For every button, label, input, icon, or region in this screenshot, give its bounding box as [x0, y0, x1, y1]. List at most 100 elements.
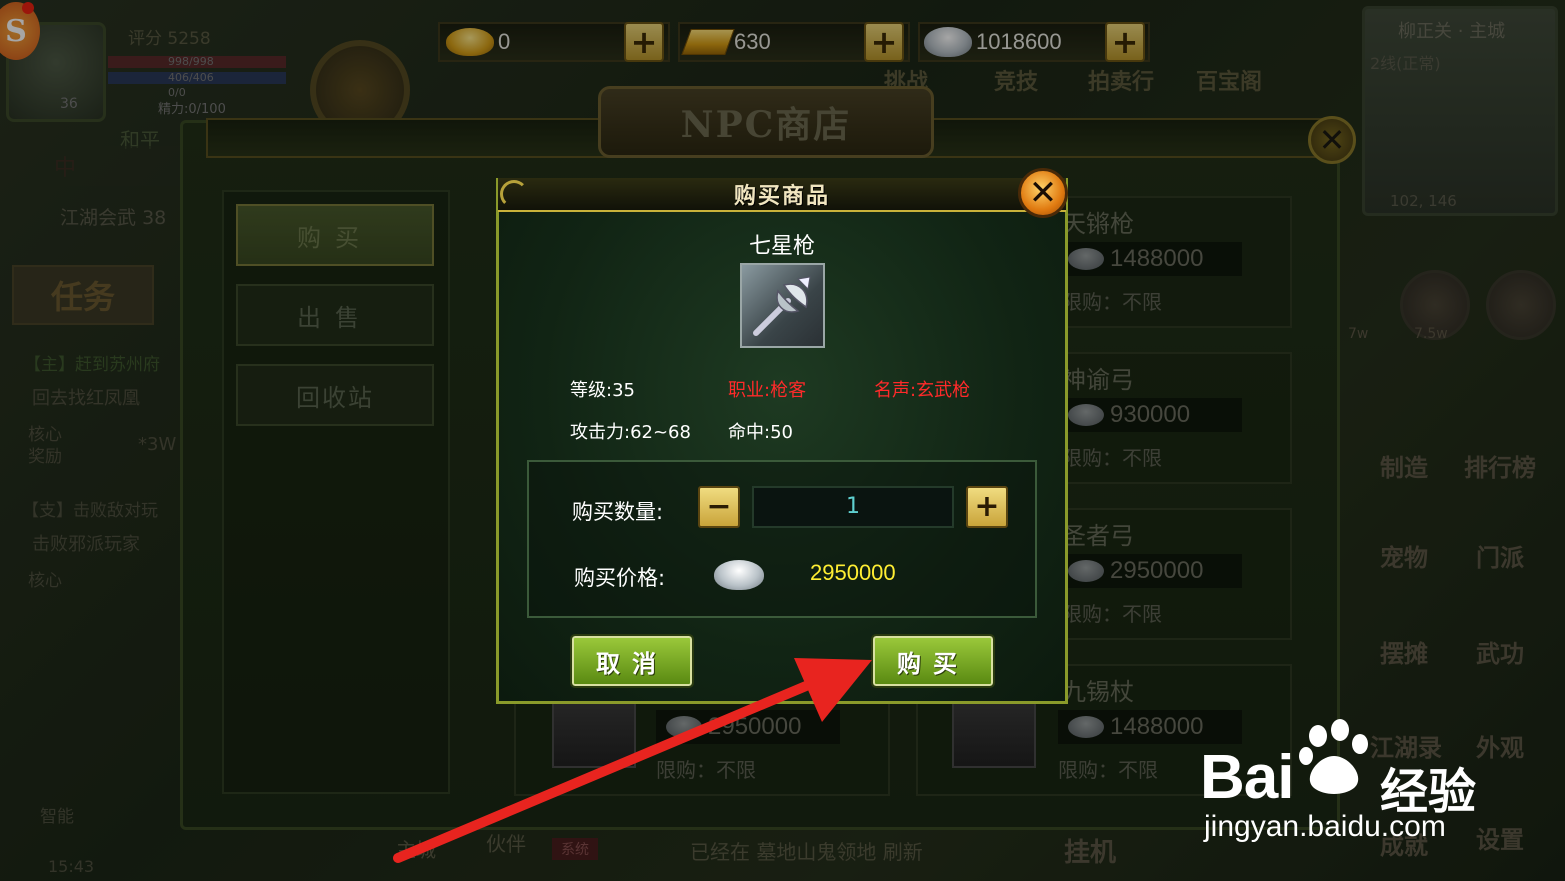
watermark-url: jingyan.baidu.com [1204, 810, 1446, 843]
jianghu-event[interactable]: 江湖会武 38 [60, 203, 166, 230]
shop-item-price: 2950000 [1110, 557, 1204, 584]
silver-icon [1068, 716, 1104, 738]
ingot-amount: 0 [498, 29, 511, 54]
cancel-button[interactable]: 取消 [570, 634, 694, 688]
menu-arena[interactable]: 竞技 [994, 64, 1038, 96]
shop-item-price: 1488000 [1110, 713, 1204, 740]
hud-potion-label: 7w [1348, 326, 1369, 342]
player-level: 36 [60, 96, 78, 112]
partner-button[interactable]: 伙伴 [486, 828, 526, 857]
spear-icon [740, 263, 825, 348]
shop-item-price-box: 1488000 [1058, 242, 1242, 276]
silver-ingot-icon [714, 560, 764, 590]
shop-item-limit: 限购：不限 [1058, 758, 1158, 782]
baidu-logo-text: Bai [1200, 743, 1294, 812]
energy-text: 精力:0/100 [158, 102, 226, 117]
side-quest-desc[interactable]: 击败邪派玩家 [32, 530, 140, 556]
shop-item-name: 天锵枪 [1062, 210, 1134, 238]
shop-item-name: 神谕弓 [1062, 366, 1134, 394]
shop-item-limit: 限购：不限 [1062, 446, 1162, 470]
decrease-quantity-button[interactable]: − [698, 486, 740, 528]
stall-button[interactable]: 摆摊 [1380, 634, 1428, 669]
add-ingot-button[interactable]: + [624, 22, 664, 62]
quantity-input[interactable]: 1 [752, 486, 954, 528]
shop-close-icon[interactable]: ✕ [1308, 116, 1356, 164]
add-gold-button[interactable]: + [864, 22, 904, 62]
shop-item-price-box: 2950000 [656, 710, 840, 744]
jianghu-event-label: 江湖会武 [60, 207, 137, 229]
minimap-server-line[interactable]: 2线(正常) [1370, 50, 1441, 74]
purchase-dialog-title: 购买商品 [733, 184, 830, 209]
item-attack: 攻击力:62~68 [570, 422, 691, 443]
left-status-row [10, 146, 180, 186]
core-reward-label: 核心奖励 [28, 425, 62, 467]
shop-item-name: 九锡杖 [1062, 678, 1134, 706]
menu-treasure[interactable]: 百宝阁 [1196, 64, 1262, 96]
silver-icon [666, 716, 702, 738]
ornament-curl-icon [500, 180, 528, 208]
ranking-button[interactable]: 排行榜 [1464, 448, 1536, 483]
hp-text: 998/998 [168, 55, 214, 68]
tab-sell[interactable]: 出售 [236, 284, 434, 346]
shop-item-limit: 限购：不限 [1062, 290, 1162, 314]
score-text: 评分 5258 [128, 29, 211, 49]
shop-item-price-box: 1488000 [1058, 710, 1242, 744]
pet-button[interactable]: 宠物 [1380, 538, 1428, 573]
silver-amount: 1018600 [976, 29, 1062, 54]
tab-buy[interactable]: 购买 [236, 204, 434, 266]
silver-icon [1068, 404, 1104, 426]
martial-arts-button[interactable]: 武功 [1476, 634, 1524, 669]
side-quest-title[interactable]: 【支】击败敌对玩 [22, 496, 158, 521]
staff-item-icon [952, 700, 1036, 768]
item-fame: 名声:玄武枪 [874, 380, 971, 401]
diamond-menu-icon[interactable] [1486, 270, 1556, 340]
idle-button[interactable]: 挂机 [1064, 832, 1116, 869]
shop-title: NPC商店 [598, 86, 934, 158]
jianghu-event-count: 38 [142, 207, 167, 229]
tab-recycle[interactable]: 回收站 [236, 364, 434, 426]
shop-item-price-box: 2950000 [1058, 554, 1242, 588]
gold-bar-icon [681, 29, 735, 55]
notification-dot [22, 2, 34, 14]
main-quest-title[interactable]: 【主】赶到苏州府 [24, 350, 160, 375]
settings-button[interactable]: 设置 [1476, 820, 1524, 855]
item-name: 七星枪 [748, 234, 815, 259]
chat-message: 已经在 墓地山鬼领地 刷新 [690, 840, 923, 864]
price-label: 购买价格: [574, 566, 666, 590]
shop-item-price-box: 930000 [1058, 398, 1242, 432]
dialog-close-icon[interactable]: ✕ [1018, 168, 1068, 218]
minimap-coordinates: 102, 146 [1390, 192, 1457, 210]
task-tab[interactable]: 任务 [12, 265, 154, 325]
silver-icon [1068, 248, 1104, 270]
chat-channel[interactable]: 主城 [396, 834, 436, 863]
menu-auction[interactable]: 拍卖行 [1088, 64, 1154, 96]
minimap-title: 柳正关 · 主城 [1398, 21, 1506, 42]
add-silver-button[interactable]: + [1105, 22, 1145, 62]
reward-amount: *3W [138, 434, 177, 455]
item-job: 职业:枪客 [728, 380, 807, 401]
mp-text: 406/406 [168, 71, 214, 84]
shop-tab-column [222, 190, 450, 794]
system-tag: 系统 [552, 838, 598, 860]
spear-item-icon [552, 700, 636, 768]
auto-button[interactable]: 智能 [40, 802, 74, 827]
silver-ingot-icon [924, 27, 972, 57]
clock-text: 15:43 [48, 857, 95, 876]
main-quest-desc[interactable]: 回去找红凤凰 [32, 384, 140, 410]
buy-button[interactable]: 购买 [871, 634, 995, 688]
item-level: 等级:35 [570, 380, 635, 401]
shop-item-price: 2950000 [708, 713, 802, 740]
craft-button[interactable]: 制造 [1380, 448, 1428, 483]
sect-button[interactable]: 门派 [1476, 538, 1524, 573]
shop-item-name: 圣者弓 [1062, 522, 1134, 550]
shop-item-price: 1488000 [1110, 245, 1204, 272]
quantity-panel [527, 460, 1037, 618]
core-label: 核心 [28, 571, 62, 591]
appearance-button[interactable]: 外观 [1476, 728, 1524, 763]
shop-item-price: 930000 [1110, 401, 1191, 428]
gold-ingot-icon [446, 28, 494, 56]
hud-icon-1-label: 7.5w [1414, 326, 1448, 342]
total-price: 2950000 [810, 560, 896, 585]
baidu-paw-icon [1299, 719, 1368, 794]
increase-quantity-button[interactable]: + [966, 486, 1008, 528]
